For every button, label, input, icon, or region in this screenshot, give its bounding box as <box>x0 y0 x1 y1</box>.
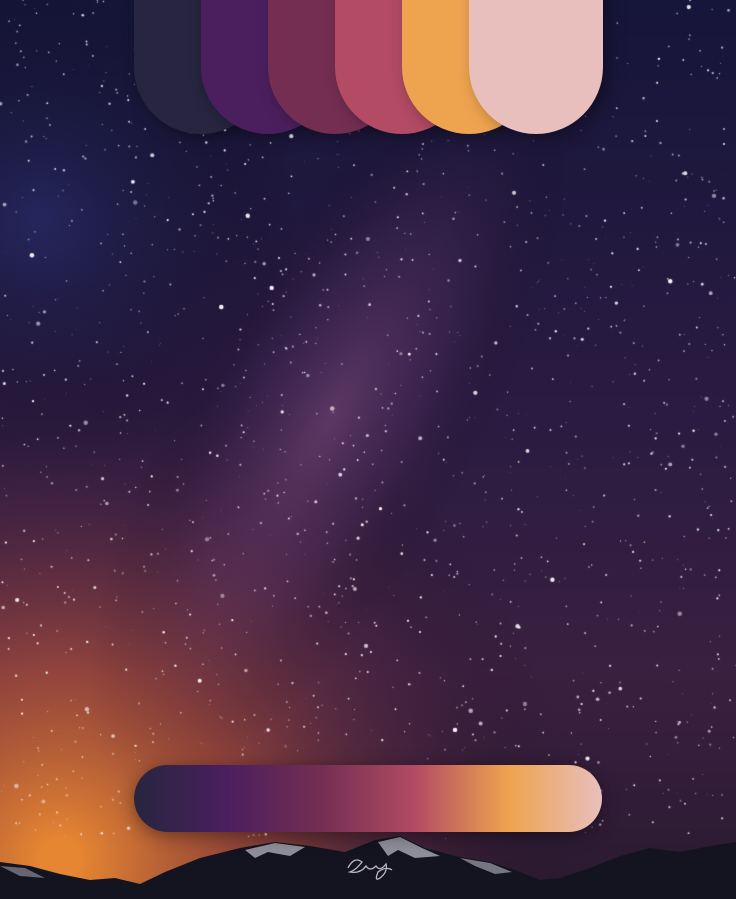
palette-poster <box>0 0 736 899</box>
gradient-bar <box>134 765 602 832</box>
swatch-blush <box>469 0 603 134</box>
